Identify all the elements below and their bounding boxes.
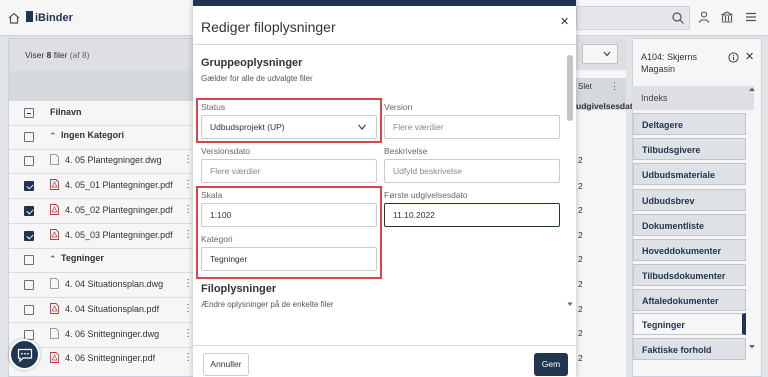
forste-udgivelsesdato-input[interactable]: 11.10.2022 xyxy=(384,203,560,227)
dialog-body: Gruppeoplysninger Gælder for alle de udv… xyxy=(193,45,576,345)
file-info-heading: Filoplysninger xyxy=(201,283,277,295)
scroll-down-arrow-icon[interactable] xyxy=(567,302,573,307)
beskrivelse-label: Beskrivelse xyxy=(384,146,428,156)
chat-bubble-icon xyxy=(17,348,33,363)
group-info-subtitle: Gælder for alle de udvalgte filer xyxy=(201,74,313,83)
status-highlight-box xyxy=(196,98,382,143)
versionsdato-label: Versionsdato xyxy=(201,146,251,156)
close-icon[interactable]: ✕ xyxy=(560,15,569,28)
skala-kategori-highlight-box xyxy=(196,186,382,279)
chat-support-button[interactable] xyxy=(9,339,40,370)
save-button[interactable]: Gem xyxy=(534,353,568,376)
cancel-button[interactable]: Annuller xyxy=(203,353,249,376)
edit-file-info-dialog: Rediger filoplysninger ✕ Gruppeoplysning… xyxy=(193,0,576,377)
forste-udgivelsesdato-label: Første udgivelsesdato xyxy=(384,190,468,200)
beskrivelse-input[interactable]: Udfyld beskrivelse xyxy=(384,159,560,183)
versionsdato-input[interactable]: Flere værdier xyxy=(201,159,377,183)
version-input[interactable]: Flere værdier xyxy=(384,115,560,139)
dialog-title: Rediger filoplysninger xyxy=(201,19,336,35)
dialog-scrollbar[interactable] xyxy=(566,52,574,310)
group-info-heading: Gruppeoplysninger xyxy=(201,57,303,69)
scrollbar-thumb[interactable] xyxy=(567,55,573,121)
divider xyxy=(193,345,576,346)
file-info-subtitle: Ændre oplysninger på de enkelte filer xyxy=(201,300,334,309)
version-label: Version xyxy=(384,102,413,112)
